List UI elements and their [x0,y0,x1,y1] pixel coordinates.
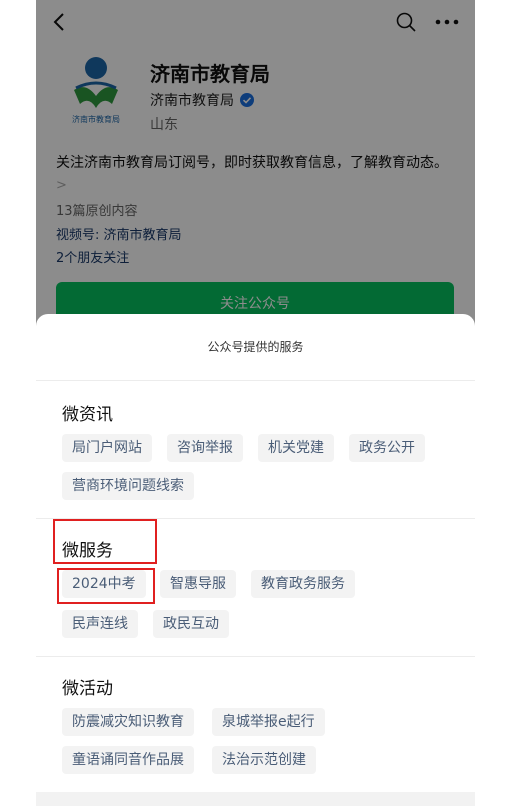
services-sheet: 公众号提供的服务 微资讯 局门户网站 咨询举报 机关党建 政务公开 营商环境问题… [36,314,475,806]
service-item[interactable]: 童语诵同音作品展 [62,746,194,774]
bottom-strip [36,792,475,806]
section-title-news: 微资讯 [62,405,113,425]
service-item[interactable]: 民声连线 [62,610,138,638]
service-item[interactable]: 营商环境问题线索 [62,472,194,500]
phone-screen: 济南市教育局 济南市教育局 济南市教育局 山东 关注济南市教育局订阅号，即时获取… [36,0,475,806]
service-item[interactable]: 法治示范创建 [212,746,316,774]
highlight-box-section-title [53,519,157,564]
service-item[interactable]: 机关党建 [258,434,334,462]
highlight-box-exam-item [57,568,155,604]
service-item[interactable]: 咨询举报 [167,434,243,462]
sheet-title: 公众号提供的服务 [207,340,304,354]
section-title-activities: 微活动 [62,679,113,699]
service-item[interactable]: 政民互动 [153,610,229,638]
service-item[interactable]: 智惠导服 [160,570,236,598]
service-item[interactable]: 教育政务服务 [251,570,355,598]
divider [36,656,475,657]
divider [36,380,475,381]
service-item[interactable]: 泉城举报e起行 [212,708,325,736]
service-item[interactable]: 局门户网站 [62,434,152,462]
service-item[interactable]: 政务公开 [349,434,425,462]
service-item[interactable]: 防震减灾知识教育 [62,708,194,736]
